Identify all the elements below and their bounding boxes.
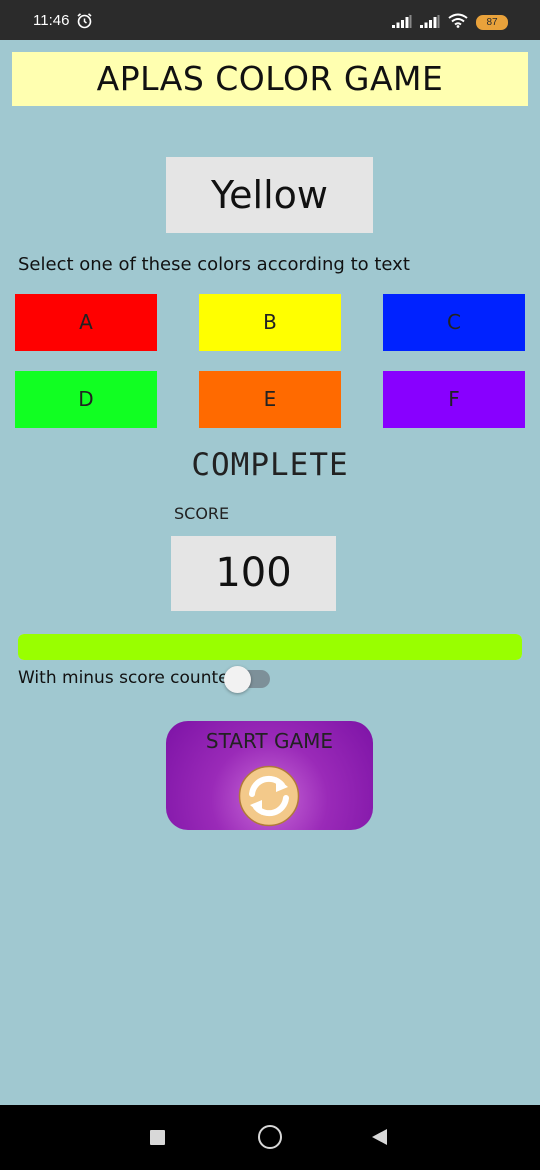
- score-value: 100: [171, 536, 336, 611]
- minus-score-toggle-thumb[interactable]: [224, 666, 251, 693]
- game-status-text: COMPLETE: [191, 447, 349, 483]
- progress-bar: [18, 634, 522, 660]
- choice-e-button[interactable]: E: [199, 371, 341, 428]
- refresh-icon: [238, 765, 300, 827]
- start-game-label: START GAME: [205, 729, 334, 753]
- app-title: APLAS COLOR GAME: [12, 52, 528, 106]
- minus-score-toggle-label: With minus score counter: [18, 668, 236, 688]
- recents-icon[interactable]: [150, 1130, 165, 1145]
- color-word-display: Yellow: [166, 157, 373, 233]
- wifi-icon: [448, 13, 468, 32]
- instruction-text: Select one of these colors according to …: [18, 254, 410, 275]
- choice-c-button[interactable]: C: [383, 294, 525, 351]
- choice-f-button[interactable]: F: [383, 371, 525, 428]
- choice-b-button[interactable]: B: [199, 294, 341, 351]
- back-icon[interactable]: [372, 1129, 387, 1145]
- home-icon[interactable]: [258, 1125, 282, 1149]
- status-time: 11:46: [33, 12, 70, 29]
- choice-a-button[interactable]: A: [15, 294, 157, 351]
- signal-icon: [420, 13, 440, 32]
- signal-icon: [392, 13, 412, 32]
- score-label: SCORE: [174, 504, 230, 523]
- alarm-icon: [76, 12, 93, 33]
- status-bar: 11:46 87: [0, 0, 540, 40]
- progress-fill: [18, 634, 522, 660]
- status-icons: 87: [392, 13, 508, 32]
- choice-d-button[interactable]: D: [15, 371, 157, 428]
- start-game-button[interactable]: START GAME: [166, 721, 373, 830]
- battery-icon: 87: [476, 15, 508, 30]
